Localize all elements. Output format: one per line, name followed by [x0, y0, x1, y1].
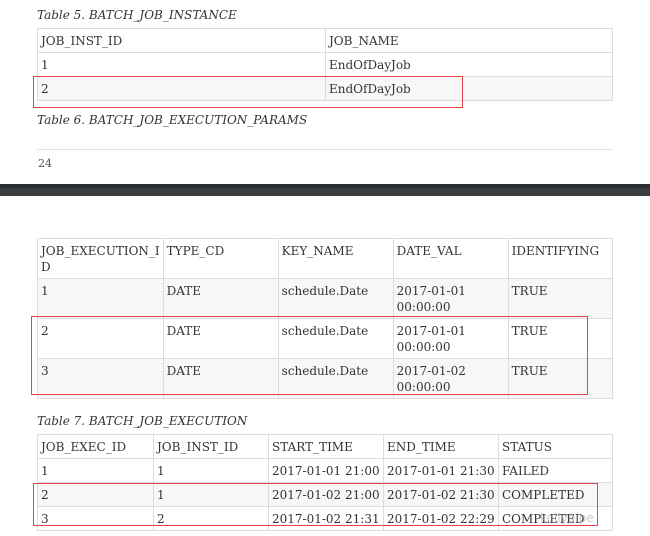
table-cell: 2 [37, 318, 164, 359]
table7: JOB_EXEC_ID JOB_INST_ID START_TIME END_T… [37, 434, 613, 531]
table-cell: COMPLETED [498, 482, 613, 507]
table-row: 1 1 2017-01-01 21:00 2017-01-01 21:30 FA… [37, 458, 613, 483]
table-cell: 3 [37, 358, 164, 399]
table-row: 3 2 2017-01-02 21:31 2017-01-02 22:29 CO… [37, 506, 613, 531]
table-row: JOB_EXECUTION_I D TYPE_CD KEY_NAME DATE_… [37, 238, 614, 279]
table-cell: 1 [37, 458, 154, 483]
table-cell: schedule.Date [277, 318, 394, 359]
page-break-bar [0, 184, 650, 196]
table-header-cell: JOB_EXEC_ID [37, 434, 154, 459]
table-cell: DATE [162, 358, 279, 399]
table-cell: 3 [37, 506, 154, 531]
page-divider [37, 149, 613, 150]
table-cell: 2017-01-02 21:30 [383, 482, 499, 507]
table-header-cell: KEY_NAME [277, 238, 394, 279]
table-cell: 2017-01-01 21:00 [268, 458, 384, 483]
table-header-cell: JOB_EXECUTION_I D [37, 238, 164, 279]
table-row: 1 EndOfDayJob [37, 52, 613, 77]
table-row: JOB_EXEC_ID JOB_INST_ID START_TIME END_T… [37, 434, 613, 459]
table-cell: EndOfDayJob [325, 52, 613, 77]
table-header-cell: JOB_INST_ID [37, 28, 326, 53]
table-header-cell: START_TIME [268, 434, 384, 459]
table-cell: 2 [153, 506, 269, 531]
table-header-cell: JOB_NAME [325, 28, 613, 53]
table-header-cell: STATUS [498, 434, 613, 459]
table6-caption: Table 6. BATCH_JOB_EXECUTION_PARAMS [37, 113, 308, 127]
table-header-cell: JOB_INST_ID [153, 434, 269, 459]
table-row: 2 EndOfDayJob [37, 76, 613, 101]
table7-caption: Table 7. BATCH_JOB_EXECUTION [37, 414, 248, 428]
table-row: JOB_INST_ID JOB_NAME [37, 28, 613, 53]
table-cell: FAILED [498, 458, 613, 483]
table-cell: 2 [37, 482, 154, 507]
table-row: 2 1 2017-01-02 21:00 2017-01-02 21:30 CO… [37, 482, 613, 507]
table-header-cell: DATE_VAL [392, 238, 509, 279]
table-row: 2 DATE schedule.Date 2017-01-01 00:00:00… [37, 318, 614, 359]
table-cell: 2017-01-02 00:00:00 [392, 358, 509, 399]
table-cell: schedule.Date [277, 278, 394, 319]
table-cell: 2017-01-01 00:00:00 [392, 318, 509, 359]
table-cell: 2017-01-01 21:30 [383, 458, 499, 483]
table-row: 1 DATE schedule.Date 2017-01-01 00:00:00… [37, 278, 614, 319]
table-cell: TRUE [507, 278, 614, 319]
table-cell: 2017-01-02 22:29 [383, 506, 499, 531]
table-header-cell: TYPE_CD [162, 238, 279, 279]
table-cell: DATE [162, 278, 279, 319]
table-cell: 2 [37, 76, 326, 101]
table5: JOB_INST_ID JOB_NAME 1 EndOfDayJob 2 End… [37, 28, 613, 101]
table-cell: schedule.Date [277, 358, 394, 399]
table5-caption: Table 5. BATCH_JOB_INSTANCE [37, 8, 237, 22]
watermark: kellypipe [540, 511, 594, 525]
table-cell: 2017-01-01 00:00:00 [392, 278, 509, 319]
table-row: 3 DATE schedule.Date 2017-01-02 00:00:00… [37, 358, 614, 399]
page-number: 24 [38, 157, 52, 170]
table-cell: 2017-01-02 21:00 [268, 482, 384, 507]
table-cell: TRUE [507, 358, 614, 399]
table-cell: TRUE [507, 318, 614, 359]
table-cell: 2017-01-02 21:31 [268, 506, 384, 531]
table-cell: DATE [162, 318, 279, 359]
table-cell: 1 [37, 52, 326, 77]
table-cell: 1 [37, 278, 164, 319]
table-cell: 1 [153, 482, 269, 507]
table-cell: 1 [153, 458, 269, 483]
table6: JOB_EXECUTION_I D TYPE_CD KEY_NAME DATE_… [37, 238, 614, 399]
table-header-cell: IDENTIFYING [507, 238, 614, 279]
table-header-cell: END_TIME [383, 434, 499, 459]
table-cell: EndOfDayJob [325, 76, 613, 101]
